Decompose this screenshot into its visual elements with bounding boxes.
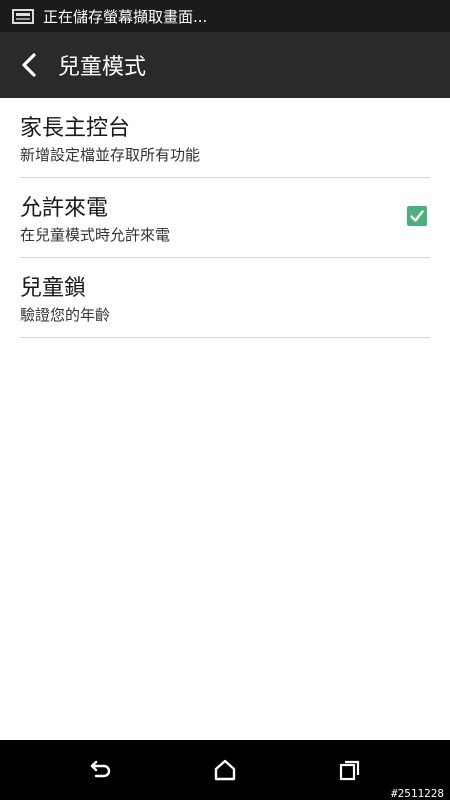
setting-child-lock[interactable]: 兒童鎖 驗證您的年齡 xyxy=(20,258,430,338)
nav-recent-apps-button[interactable] xyxy=(335,755,365,785)
back-button[interactable] xyxy=(4,32,54,98)
navigation-bar: #2511228 xyxy=(0,740,450,800)
status-notification-text: 正在儲存螢幕擷取畫面... xyxy=(43,7,208,26)
setting-subtitle: 新增設定檔並存取所有功能 xyxy=(20,146,201,164)
allow-calls-checkbox[interactable] xyxy=(407,206,427,226)
setting-title: 家長主控台 xyxy=(20,116,131,141)
recent-apps-icon xyxy=(339,760,360,781)
checkmark-icon xyxy=(410,210,424,222)
nav-home-button[interactable] xyxy=(210,755,240,785)
app-bar: 兒童模式 xyxy=(0,32,450,98)
setting-allow-calls[interactable]: 允許來電 在兒童模式時允許來電 xyxy=(20,178,430,258)
setting-title: 允許來電 xyxy=(20,196,109,221)
setting-subtitle: 在兒童模式時允許來電 xyxy=(20,226,171,244)
watermark-text: #2511228 xyxy=(391,787,444,800)
setting-parental-console[interactable]: 家長主控台 新增設定檔並存取所有功能 xyxy=(20,98,430,178)
chevron-left-icon xyxy=(22,53,36,77)
setting-subtitle: 驗證您的年齡 xyxy=(20,306,111,324)
screenshot-icon xyxy=(12,8,34,24)
setting-title: 兒童鎖 xyxy=(20,276,87,301)
nav-back-button[interactable] xyxy=(85,755,115,785)
status-bar: 正在儲存螢幕擷取畫面... xyxy=(0,0,450,32)
page-title: 兒童模式 xyxy=(58,55,147,80)
back-arrow-icon xyxy=(90,760,111,778)
home-icon xyxy=(214,759,236,781)
settings-list: 家長主控台 新增設定檔並存取所有功能 允許來電 在兒童模式時允許來電 兒童鎖 驗… xyxy=(0,98,450,338)
